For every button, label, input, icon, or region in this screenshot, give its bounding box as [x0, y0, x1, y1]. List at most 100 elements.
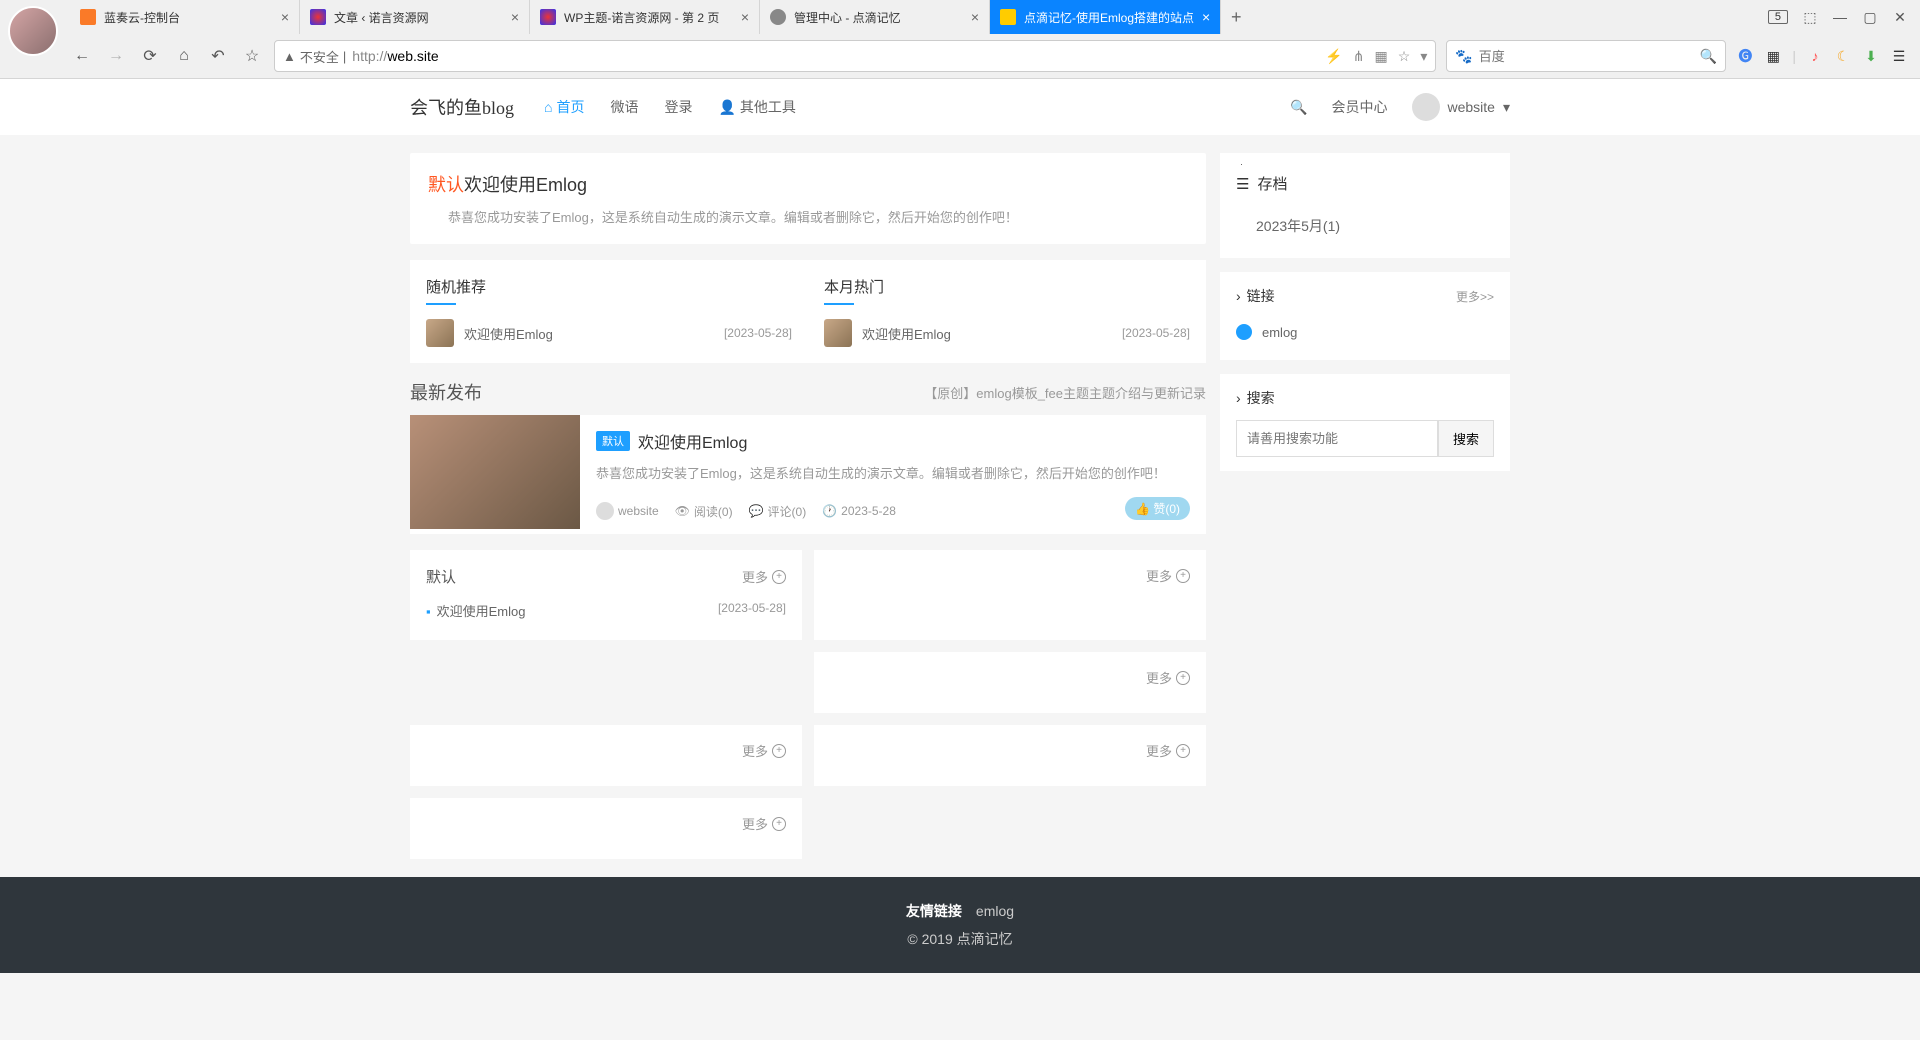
plus-icon: + [1176, 671, 1190, 685]
browser-tab-4[interactable]: 点滴记忆-使用Emlog搭建的站点 × [990, 0, 1221, 34]
category-card-empty-2: 更多+ [814, 652, 1206, 713]
post-comments[interactable]: 💬 评论(0) [749, 503, 807, 520]
baidu-icon: 🐾 [1455, 48, 1472, 65]
browser-tab-2[interactable]: WP主题-诺言资源网 - 第 2 页 × [530, 0, 760, 34]
search-icon[interactable]: 🔍 [1700, 48, 1717, 65]
hot-title: 本月热门 [824, 276, 1190, 305]
new-tab-button[interactable]: + [1221, 7, 1251, 28]
category-card-empty-1: 更多+ [814, 550, 1206, 640]
search-icon[interactable]: 🔍 [1290, 99, 1307, 116]
back-button[interactable]: ← [70, 44, 94, 68]
browser-tab-1[interactable]: 文章 ‹ 诺言资源网 × [300, 0, 530, 34]
member-center-link[interactable]: 会员中心 [1332, 97, 1388, 117]
nav-weibo[interactable]: 微语 [610, 97, 638, 117]
download-icon[interactable]: ⬇ [1862, 47, 1880, 65]
site-logo[interactable]: 会飞的鱼blog [410, 94, 514, 120]
category-card-default: 默认 更多+ ▪欢迎使用Emlog [2023-05-28] [410, 550, 802, 640]
close-icon[interactable]: × [1202, 9, 1210, 25]
undo-button[interactable]: ↶ [206, 44, 230, 68]
links-more[interactable]: 更多>> [1456, 288, 1494, 305]
menu-icon[interactable]: ☰ [1890, 47, 1908, 65]
maximize-button[interactable]: ▢ [1862, 9, 1878, 25]
post-description: 恭喜您成功安装了Emlog，这是系统自动生成的演示文章。编辑或者删除它，然后开始… [596, 463, 1190, 482]
dropdown-icon[interactable]: ▾ [1420, 48, 1427, 65]
browser-tab-3[interactable]: 管理中心 - 点滴记忆 × [760, 0, 990, 34]
post-date: 🕐 2023-5-28 [822, 504, 896, 518]
plus-icon: + [772, 817, 786, 831]
share-icon[interactable]: ⋔ [1353, 48, 1365, 65]
copyright: © 2019 点滴记忆 [0, 929, 1920, 949]
latest-subtitle[interactable]: 【原创】emlog模板_fee主题主题介绍与更新记录 [924, 383, 1206, 402]
welcome-card: 默认欢迎使用Emlog 恭喜您成功安装了Emlog，这是系统自动生成的演示文章。… [410, 153, 1206, 244]
tab-bar: 蓝奏云-控制台 × 文章 ‹ 诺言资源网 × WP主题-诺言资源网 - 第 2 … [0, 0, 1920, 34]
post-category-badge[interactable]: 默认 [596, 431, 630, 451]
toolbar: ← → ⟳ ⌂ ↶ ☆ ▲ 不安全 | http://web.site ⚡ ⋔ … [0, 34, 1920, 78]
post-title[interactable]: 欢迎使用Emlog [638, 429, 747, 453]
nav-links: ⌂ 首页 微语 登录 👤 其他工具 [544, 97, 796, 117]
close-icon[interactable]: × [511, 9, 519, 25]
post-thumbnail[interactable] [410, 415, 580, 529]
close-icon[interactable]: × [281, 9, 289, 25]
user-dropdown[interactable]: website ▾ [1412, 93, 1511, 121]
close-icon[interactable]: × [971, 9, 979, 25]
close-button[interactable]: ✕ [1892, 9, 1908, 25]
apps-icon[interactable]: ▦ [1764, 47, 1782, 65]
reload-button[interactable]: ⟳ [138, 44, 162, 68]
site-navbar: 会飞的鱼blog ⌂ 首页 微语 登录 👤 其他工具 🔍 会员中心 websit… [0, 79, 1920, 135]
tab-count-badge[interactable]: 5 [1768, 10, 1788, 24]
bookmark-button[interactable]: ☆ [240, 44, 264, 68]
footer-link[interactable]: emlog [976, 903, 1014, 919]
browser-tab-0[interactable]: 蓝奏云-控制台 × [70, 0, 300, 34]
forward-button[interactable]: → [104, 44, 128, 68]
recommend-hot-row: 随机推荐 欢迎使用Emlog [2023-05-28] 本月热门 欢迎使用Eml… [410, 260, 1206, 363]
nav-home[interactable]: ⌂ 首页 [544, 97, 584, 117]
search-input[interactable] [1236, 420, 1438, 457]
music-icon[interactable]: ♪ [1806, 47, 1824, 65]
translate-icon[interactable]: 🅖 [1736, 47, 1754, 65]
chevron-down-icon: ▾ [1503, 99, 1510, 116]
tab-title: WP主题-诺言资源网 - 第 2 页 [564, 9, 733, 26]
tab-title: 蓝奏云-控制台 [104, 9, 273, 26]
flash-icon[interactable]: ⚡ [1325, 48, 1342, 65]
archive-item[interactable]: 2023年5月(1) [1236, 208, 1494, 244]
plus-icon: + [1176, 744, 1190, 758]
star-icon[interactable]: ☆ [1398, 48, 1411, 65]
link-item[interactable]: emlog [1236, 318, 1494, 346]
hot-item[interactable]: 欢迎使用Emlog [2023-05-28] [824, 319, 1190, 347]
more-link[interactable]: 更多+ [1146, 668, 1190, 687]
url-bar[interactable]: ▲ 不安全 | http://web.site ⚡ ⋔ ▦ ☆ ▾ [274, 40, 1436, 72]
more-link[interactable]: 更多+ [742, 741, 786, 760]
post-author[interactable]: website [596, 502, 659, 520]
browser-search-input[interactable] [1479, 49, 1694, 64]
qr-icon[interactable]: ▦ [1375, 48, 1388, 65]
latest-heading: 最新发布 [410, 379, 482, 405]
plus-icon: + [1176, 569, 1190, 583]
more-link[interactable]: 更多+ [742, 567, 786, 586]
more-link[interactable]: 更多+ [1146, 566, 1190, 585]
minimize-button[interactable]: — [1832, 9, 1848, 25]
moon-icon[interactable]: ☾ [1834, 47, 1852, 65]
more-link[interactable]: 更多+ [1146, 741, 1190, 760]
tab-title: 文章 ‹ 诺言资源网 [334, 9, 503, 26]
profile-avatar[interactable] [8, 6, 58, 56]
nav-tools[interactable]: 👤 其他工具 [718, 97, 795, 117]
search-title: › 搜索 [1236, 388, 1275, 408]
list-item[interactable]: ▪欢迎使用Emlog [2023-05-28] [426, 597, 786, 624]
close-icon[interactable]: × [741, 9, 749, 25]
welcome-desc: 恭喜您成功安装了Emlog，这是系统自动生成的演示文章。编辑或者删除它，然后开始… [428, 207, 1188, 226]
like-button[interactable]: 👍 赞(0) [1125, 497, 1190, 520]
main-column: 默认欢迎使用Emlog 恭喜您成功安装了Emlog，这是系统自动生成的演示文章。… [410, 153, 1206, 859]
category-card-empty-5: 更多+ [410, 798, 802, 859]
favicon [80, 9, 96, 25]
card-title: 默认 [426, 566, 456, 587]
browser-search-box[interactable]: 🐾 🔍 [1446, 40, 1726, 72]
more-link[interactable]: 更多+ [742, 814, 786, 833]
extensions-icon[interactable]: ⬚ [1802, 9, 1818, 25]
category-card-empty-4: 更多+ [814, 725, 1206, 786]
item-title: 欢迎使用Emlog [464, 324, 714, 343]
home-button[interactable]: ⌂ [172, 44, 196, 68]
links-title: › 链接 [1236, 286, 1275, 306]
nav-login[interactable]: 登录 [664, 97, 692, 117]
recommend-item[interactable]: 欢迎使用Emlog [2023-05-28] [426, 319, 792, 347]
search-button[interactable]: 搜索 [1438, 420, 1494, 457]
